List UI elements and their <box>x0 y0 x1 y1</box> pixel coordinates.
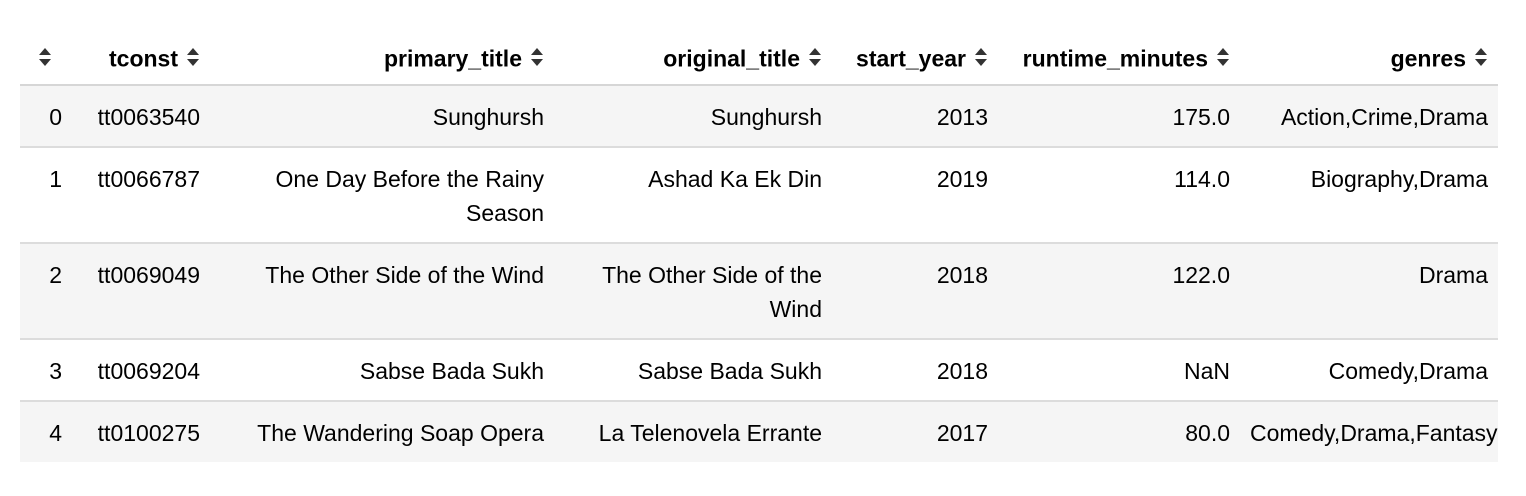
dataframe-table: tconst primary_title original_title start_y… <box>20 32 1498 462</box>
cell-genres: Comedy,Drama <box>1240 339 1498 402</box>
sort-icon[interactable] <box>38 46 52 68</box>
column-header-index[interactable] <box>20 32 70 86</box>
cell-runtime-minutes: 80.0 <box>998 401 1240 462</box>
row-index: 2 <box>20 243 70 340</box>
column-header-label: genres <box>1390 45 1466 72</box>
column-header-runtime-minutes[interactable]: runtime_minutes <box>998 32 1240 86</box>
cell-tconst: tt0069204 <box>70 339 210 402</box>
header-row: tconst primary_title original_title start_y… <box>20 32 1498 86</box>
table-row[interactable]: 4 tt0100275 The Wandering Soap Opera La Tel… <box>20 401 1498 462</box>
cell-runtime-minutes: 114.0 <box>998 147 1240 244</box>
cell-original-title: Ashad Ka Ek Din <box>554 147 832 244</box>
cell-runtime-minutes: 122.0 <box>998 243 1240 340</box>
table-row[interactable]: 3 tt0069204 Sabse Bada Sukh Sabse Bada Sukh… <box>20 339 1498 402</box>
cell-runtime-minutes: NaN <box>998 339 1240 402</box>
sort-icon[interactable] <box>1216 46 1230 68</box>
cell-primary-title: The Other Side of the Wind <box>210 243 554 340</box>
cell-genres: Biography,Drama <box>1240 147 1498 244</box>
cell-original-title: Sunghursh <box>554 85 832 148</box>
cell-genres: Action,Crime,Drama <box>1240 85 1498 148</box>
cell-tconst: tt0100275 <box>70 401 210 462</box>
column-header-label: runtime_minutes <box>1022 45 1208 72</box>
column-header-original-title[interactable]: original_title <box>554 32 832 86</box>
cell-start-year: 2019 <box>832 147 998 244</box>
sort-icon[interactable] <box>1474 46 1488 68</box>
column-header-label: primary_title <box>383 45 522 72</box>
cell-primary-title: One Day Before the Rainy Season <box>210 147 554 244</box>
cell-start-year: 2013 <box>832 85 998 148</box>
cell-genres: Drama <box>1240 243 1498 340</box>
cell-tconst: tt0063540 <box>70 85 210 148</box>
table-row[interactable]: 1 tt0066787 One Day Before the Rainy Seaso… <box>20 147 1498 244</box>
table-body: 0 tt0063540 Sunghursh Sunghursh 2013 175.0 Act… <box>20 85 1498 462</box>
sort-icon[interactable] <box>808 46 822 68</box>
cell-primary-title: Sunghursh <box>210 85 554 148</box>
cell-primary-title: Sabse Bada Sukh <box>210 339 554 402</box>
row-index: 4 <box>20 401 70 462</box>
dataframe-container: tconst primary_title original_title start_y… <box>20 32 1498 462</box>
sort-icon[interactable] <box>186 46 200 68</box>
cell-tconst: tt0069049 <box>70 243 210 340</box>
cell-runtime-minutes: 175.0 <box>998 85 1240 148</box>
table-row[interactable]: 2 tt0069049 The Other Side of the Wind The … <box>20 243 1498 340</box>
cell-start-year: 2018 <box>832 243 998 340</box>
row-index: 1 <box>20 147 70 244</box>
column-header-primary-title[interactable]: primary_title <box>210 32 554 86</box>
cell-tconst: tt0066787 <box>70 147 210 244</box>
sort-icon[interactable] <box>974 46 988 68</box>
row-index: 3 <box>20 339 70 402</box>
cell-start-year: 2018 <box>832 339 998 402</box>
column-header-label: start_year <box>856 45 966 72</box>
cell-genres: Comedy,Drama,Fantasy <box>1240 401 1498 462</box>
cell-primary-title: The Wandering Soap Opera <box>210 401 554 462</box>
column-header-label: tconst <box>109 45 178 72</box>
column-header-start-year[interactable]: start_year <box>832 32 998 86</box>
column-header-tconst[interactable]: tconst <box>70 32 210 86</box>
row-index: 0 <box>20 85 70 148</box>
column-header-label: original_title <box>663 45 800 72</box>
table-row[interactable]: 0 tt0063540 Sunghursh Sunghursh 2013 175.0 Act… <box>20 85 1498 148</box>
sort-icon[interactable] <box>530 46 544 68</box>
cell-original-title: La Telenovela Errante <box>554 401 832 462</box>
cell-original-title: The Other Side of the Wind <box>554 243 832 340</box>
cell-original-title: Sabse Bada Sukh <box>554 339 832 402</box>
cell-start-year: 2017 <box>832 401 998 462</box>
column-header-genres[interactable]: genres <box>1240 32 1498 86</box>
